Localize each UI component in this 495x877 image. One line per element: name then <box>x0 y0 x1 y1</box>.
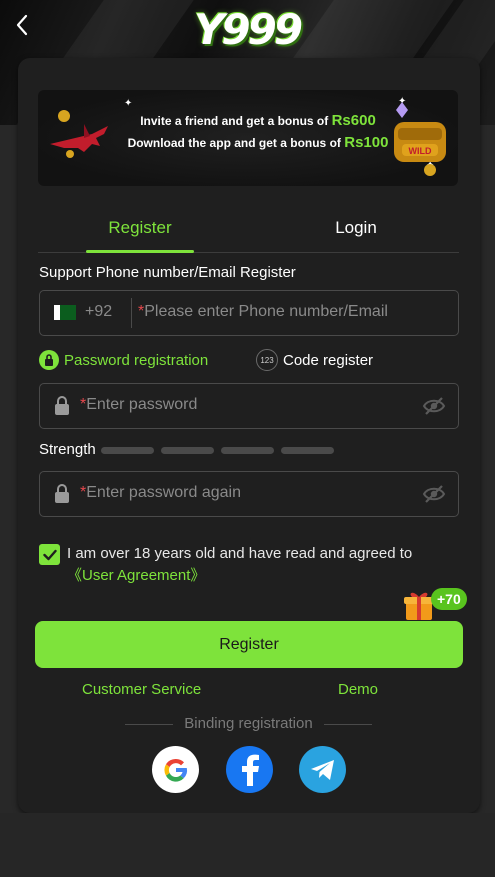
eye-off-icon[interactable] <box>422 395 446 417</box>
facebook-icon <box>241 754 259 786</box>
pakistan-flag-icon <box>54 305 76 320</box>
banner-amount-1: Rs600 <box>331 112 376 129</box>
banner-line2: Download the app and get a bonus of <box>127 136 341 150</box>
code-register-option[interactable]: 123 Code register <box>256 348 373 372</box>
plane-icon <box>50 110 108 158</box>
agree-text: I am over 18 years old and have read and… <box>67 545 413 584</box>
promo-banner[interactable]: ✦ ✦ ✦ Invite a friend and get a bonus of… <box>38 90 458 186</box>
password-field[interactable]: *Enter password <box>39 383 459 429</box>
phone-placeholder: *Please enter Phone number/Email <box>138 303 388 320</box>
password-again-field[interactable]: *Enter password again <box>39 471 459 517</box>
google-icon <box>163 758 187 782</box>
strength-bar-2 <box>161 447 214 454</box>
gift-icon <box>404 592 434 620</box>
app-logo: Y999 <box>192 4 303 54</box>
code-register-label: Code register <box>283 351 374 369</box>
country-code[interactable]: +92 <box>85 303 112 321</box>
password-again-placeholder: *Enter password again <box>80 484 241 501</box>
lock-icon <box>55 396 69 415</box>
phone-email-field[interactable]: +92 *Please enter Phone number/Email <box>39 290 459 336</box>
banner-amount-2: Rs100 <box>344 134 389 151</box>
google-login-button[interactable] <box>152 746 199 793</box>
back-button[interactable] <box>8 10 36 40</box>
customer-service-link[interactable]: Customer Service <box>82 681 201 698</box>
strength-bar-4 <box>281 447 334 454</box>
divider-line-right <box>324 724 372 725</box>
binding-registration-divider: Binding registration <box>125 715 372 733</box>
telegram-icon <box>310 759 334 780</box>
strength-label: Strength <box>39 441 96 458</box>
bottom-area <box>0 813 495 877</box>
back-icon <box>16 14 28 36</box>
banner-line1: Invite a friend and get a bonus of <box>140 114 329 128</box>
password-placeholder: *Enter password <box>80 396 198 413</box>
logo-text: Y999 <box>193 4 303 54</box>
tab-login[interactable]: Login <box>304 204 408 251</box>
user-agreement-link[interactable]: 《User Agreement》 <box>67 567 205 584</box>
field-divider <box>131 298 132 328</box>
banner-text: Invite a friend and get a bonus of Rs600… <box>108 110 408 154</box>
svg-text:WILD: WILD <box>409 146 432 156</box>
telegram-login-button[interactable] <box>299 746 346 793</box>
strength-bar-3 <box>221 447 274 454</box>
register-button[interactable]: Register <box>35 621 463 668</box>
agree-checkbox[interactable] <box>39 544 60 565</box>
auth-tabs: Register Login <box>38 204 459 253</box>
bonus-badge: +70 <box>431 588 467 610</box>
lock-icon <box>39 350 59 370</box>
password-registration-option[interactable]: Password registration <box>39 348 208 372</box>
check-icon <box>42 549 57 560</box>
code-123-icon: 123 <box>256 349 278 371</box>
lock-icon <box>55 484 69 503</box>
support-label: Support Phone number/Email Register <box>39 264 296 281</box>
password-registration-label: Password registration <box>64 351 209 369</box>
demo-link[interactable]: Demo <box>338 681 378 698</box>
tab-register[interactable]: Register <box>86 204 194 253</box>
eye-off-icon[interactable] <box>422 483 446 505</box>
register-mode-selector: Password registration 123 Code register <box>39 348 459 372</box>
treasure-chest-icon: WILD <box>394 102 446 176</box>
facebook-login-button[interactable] <box>226 746 273 793</box>
strength-bar-1 <box>101 447 154 454</box>
